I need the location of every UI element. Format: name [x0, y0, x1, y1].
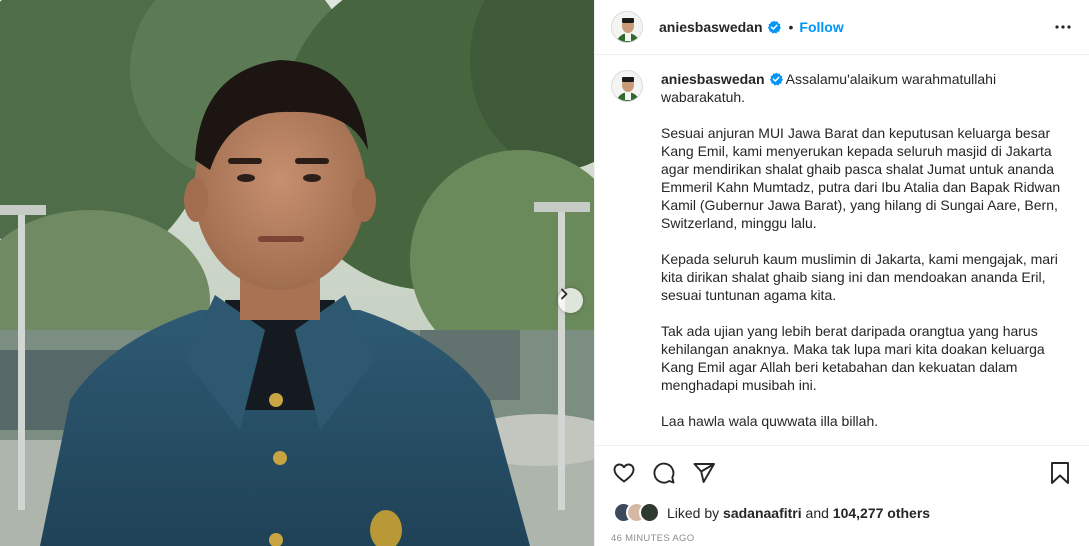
avatar[interactable]	[611, 11, 643, 43]
comment-icon[interactable]	[651, 460, 677, 486]
bookmark-icon[interactable]	[1047, 460, 1073, 486]
paper-plane-icon[interactable]	[691, 460, 717, 486]
caption-paragraph: Tak ada ujian yang lebih berat daripada …	[661, 323, 1045, 393]
separator-dot: •	[788, 19, 794, 35]
likes-prefix: Liked by	[667, 505, 720, 521]
heart-icon[interactable]	[611, 460, 637, 486]
post-side-panel: aniesbaswedan • Follow aniesbaswedan Ass…	[594, 0, 1089, 546]
chevron-right-icon	[561, 288, 568, 300]
caption-username[interactable]: aniesbaswedan	[661, 71, 765, 87]
likes-others-link[interactable]: 104,277 others	[833, 505, 930, 521]
post-header: aniesbaswedan • Follow	[595, 0, 1089, 55]
caption-area: aniesbaswedan Assalamu'alaikum warahmatu…	[595, 56, 1089, 445]
caption-text: aniesbaswedan Assalamu'alaikum warahmatu…	[661, 70, 1073, 430]
next-slide-button[interactable]	[558, 288, 583, 313]
profile-photo	[612, 12, 642, 42]
liker-avatars[interactable]	[613, 502, 661, 524]
caption-paragraph: Kepada seluruh kaum muslimin di Jakarta,…	[661, 251, 1058, 303]
post-actions: Liked by sadanaafitri and 104,277 others…	[595, 445, 1089, 545]
verified-badge-icon	[769, 72, 783, 86]
caption-paragraph: Laa hawla wala quwwata illa billah.	[661, 413, 879, 429]
avatar	[639, 502, 660, 523]
follow-button[interactable]: Follow	[799, 19, 843, 35]
post-image	[0, 0, 594, 546]
post-timestamp[interactable]: 46 MINUTES AGO	[611, 533, 694, 544]
liker-username[interactable]: sadanaafitri	[723, 505, 802, 521]
post-photo-illustration	[0, 0, 594, 546]
profile-photo	[612, 71, 642, 101]
verified-badge-icon	[767, 20, 781, 34]
header-username[interactable]: aniesbaswedan	[659, 19, 763, 35]
likes-summary: Liked by sadanaafitri and 104,277 others	[667, 505, 930, 521]
action-icon-row	[611, 460, 1073, 486]
likes-and: and	[805, 505, 829, 521]
more-options-icon[interactable]	[1053, 17, 1073, 37]
caption-avatar[interactable]	[611, 70, 643, 102]
likes-row: Liked by sadanaafitri and 104,277 others	[613, 502, 930, 524]
caption-paragraph: Sesuai anjuran MUI Jawa Barat dan keputu…	[661, 125, 1061, 231]
